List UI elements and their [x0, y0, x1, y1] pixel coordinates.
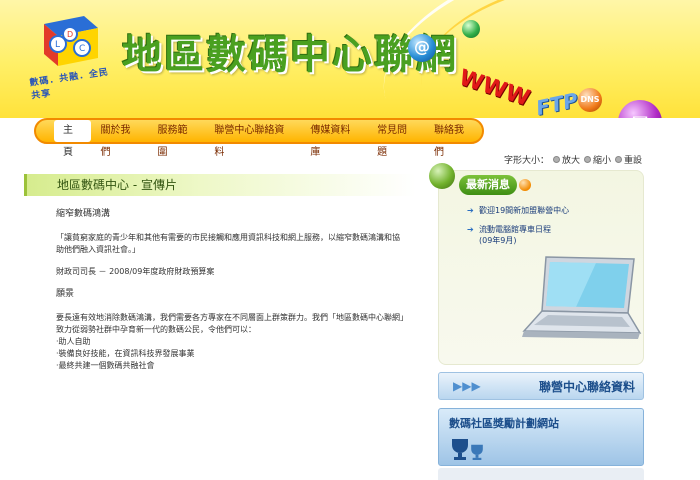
quote-source: 財政司司長 － 2008/09年度政府財政預算案	[56, 267, 215, 276]
news-item-link[interactable]: 流動電腦館專車日程 (09年9月)	[467, 224, 637, 246]
nav-item-about[interactable]: 關於我們	[91, 120, 148, 158]
at-sign-glyph: @	[414, 37, 430, 56]
list-item: ‧裝備良好技能，在資訊科技界發展事業	[56, 349, 195, 358]
font-shrink-button[interactable]: 縮小	[584, 153, 611, 166]
logo-letter: D	[67, 30, 73, 39]
font-reset-label: 重設	[624, 156, 643, 166]
radio-icon	[615, 156, 623, 163]
nav-item-centre-contacts[interactable]: 聯營中心聯絡資料	[205, 120, 301, 158]
banner-label: 數碼社區獎勵計劃網站	[449, 417, 559, 430]
award-scheme-banner[interactable]: 數碼社區獎勵計劃網站	[438, 408, 644, 466]
logo-letter: L	[55, 40, 60, 50]
banner-label: 聯營中心聯絡資料	[538, 380, 635, 394]
site-logo[interactable]: L D C 數碼．共融．全民共享	[29, 14, 110, 101]
dns-glyph: DNS	[580, 95, 600, 104]
content-subtitle: 縮窄數碼鴻溝	[56, 209, 111, 219]
main-content: 縮窄數碼鴻溝 「讓貧窮家庭的青少年和其他有需要的市民接觸和應用資訊科技和網上服務…	[56, 208, 406, 372]
font-enlarge-button[interactable]: 放大	[553, 153, 580, 166]
font-size-label: 字形大小：	[504, 156, 550, 166]
nav-item-media[interactable]: 傳媒資料庫	[301, 120, 368, 158]
font-shrink-label: 縮小	[593, 156, 612, 166]
main-nav: 主頁 關於我們 服務範圍 聯營中心聯絡資料 傳媒資料庫 常見問題 聯絡我們	[34, 118, 484, 158]
vision-list: ‧助人自助 ‧裝備良好技能，在資訊科技界發展事業 ‧最終共建一個數碼共融社會	[56, 336, 406, 372]
radio-icon	[584, 156, 592, 163]
logo-letter: C	[79, 44, 85, 54]
vision-paragraph: 要長遠有效地消除數碼鴻溝，我們需要各方專家在不同層面上群策群力。我們「地區數碼中…	[56, 313, 404, 334]
font-reset-button[interactable]: 重設	[615, 153, 642, 166]
page-title: 地區數碼中心 - 宣傳片	[57, 178, 177, 192]
page-title-bar: 地區數碼中心 - 宣傳片	[24, 174, 416, 196]
logo-tagline: 數碼．共融．全民共享	[28, 67, 110, 102]
radio-icon	[553, 156, 561, 163]
at-sign-icon: @	[408, 34, 436, 62]
trophy-icon	[471, 444, 483, 460]
arrows-icon: ▶▶▶	[453, 379, 481, 393]
nav-item-contact[interactable]: 聯絡我們	[425, 120, 482, 158]
mail-glyph: ✉	[618, 110, 662, 118]
nav-item-faq[interactable]: 常見問題	[368, 120, 425, 158]
green-orb-icon	[462, 20, 480, 38]
laptop-icon	[522, 256, 642, 339]
next-banner-edge	[438, 468, 644, 480]
list-item: ‧最終共建一個數碼共融社會	[56, 361, 155, 370]
ldc-logo-icon: L D C	[44, 16, 98, 66]
news-item-link[interactable]: 歡迎19間新加盟聯營中心	[467, 205, 637, 216]
dns-orb-icon: DNS	[578, 88, 602, 112]
font-enlarge-label: 放大	[562, 156, 581, 166]
orange-dot-icon	[519, 179, 531, 191]
centre-contacts-banner[interactable]: ▶▶▶ 聯營中心聯絡資料	[438, 372, 644, 400]
font-size-bar: 字形大小： 放大 縮小 重設	[504, 153, 642, 166]
news-list: 歡迎19間新加盟聯營中心 流動電腦館專車日程 (09年9月)	[467, 205, 637, 254]
site-header: L D C 數碼．共融．全民共享 地區數碼中心聯網 @ WWW FTP DNS …	[0, 0, 700, 118]
green-orb-icon	[429, 163, 455, 189]
list-item: ‧助人自助	[56, 337, 91, 346]
trophy-icon	[452, 439, 468, 460]
news-heading: 最新消息	[459, 175, 517, 195]
quote-paragraph: 「讓貧窮家庭的青少年和其他有需要的市民接觸和應用資訊科技和網上服務，以縮窄數碼鴻…	[56, 233, 400, 254]
nav-item-services[interactable]: 服務範圍	[148, 120, 205, 158]
nav-item-home[interactable]: 主頁	[54, 120, 92, 158]
vision-heading: 願景	[56, 289, 75, 299]
